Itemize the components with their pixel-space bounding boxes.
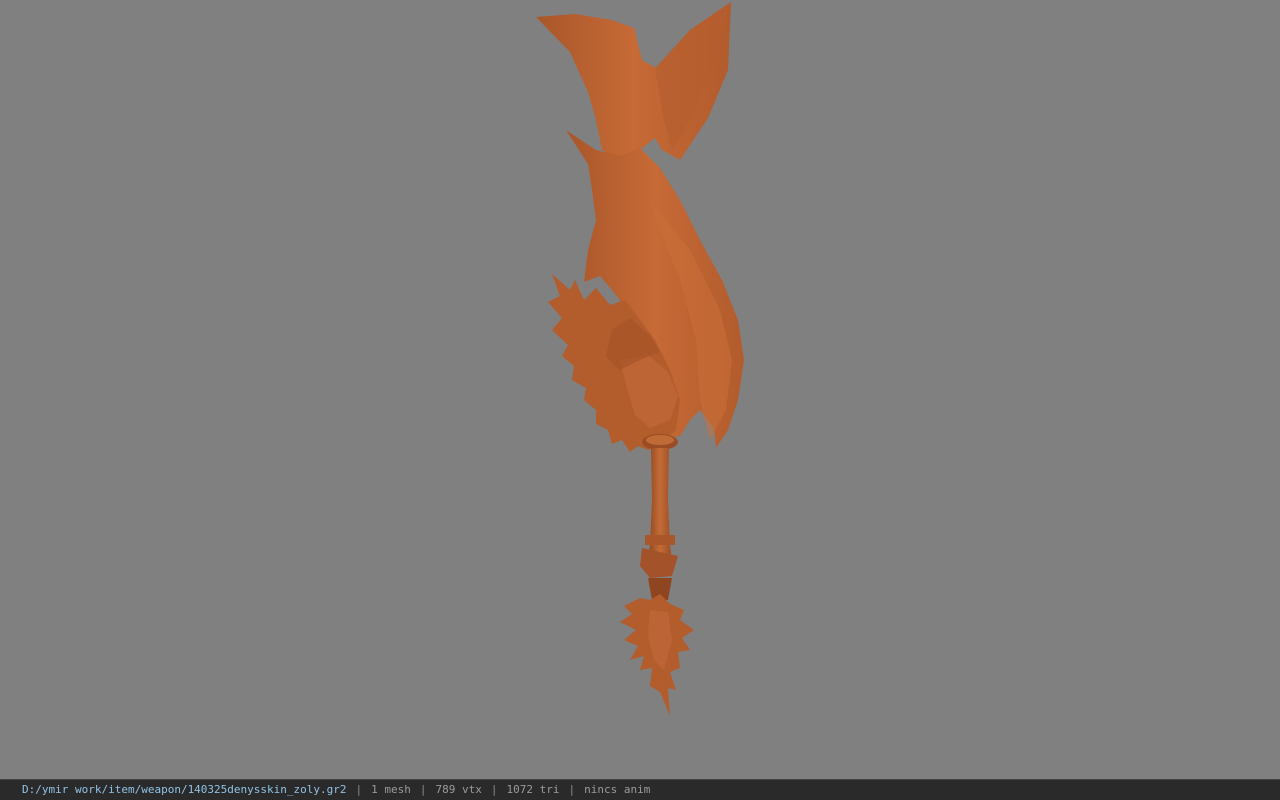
status-separator: | (568, 783, 576, 796)
status-bar: D:/ymir work/item/weapon/140325denysskin… (0, 779, 1280, 800)
status-separator: | (490, 783, 498, 796)
anim-status: nincs anim (584, 783, 651, 796)
vertex-count: 789 vtx (435, 783, 482, 796)
weapon-model-render[interactable] (0, 0, 1280, 779)
triangle-count: 1072 tri (506, 783, 560, 796)
status-separator: | (419, 783, 427, 796)
mesh-count: 1 mesh (371, 783, 411, 796)
model-viewport[interactable] (0, 0, 1280, 779)
model-knot (640, 548, 678, 578)
status-separator: | (355, 783, 363, 796)
file-path: D:/ymir work/item/weapon/140325denysskin… (22, 783, 347, 796)
